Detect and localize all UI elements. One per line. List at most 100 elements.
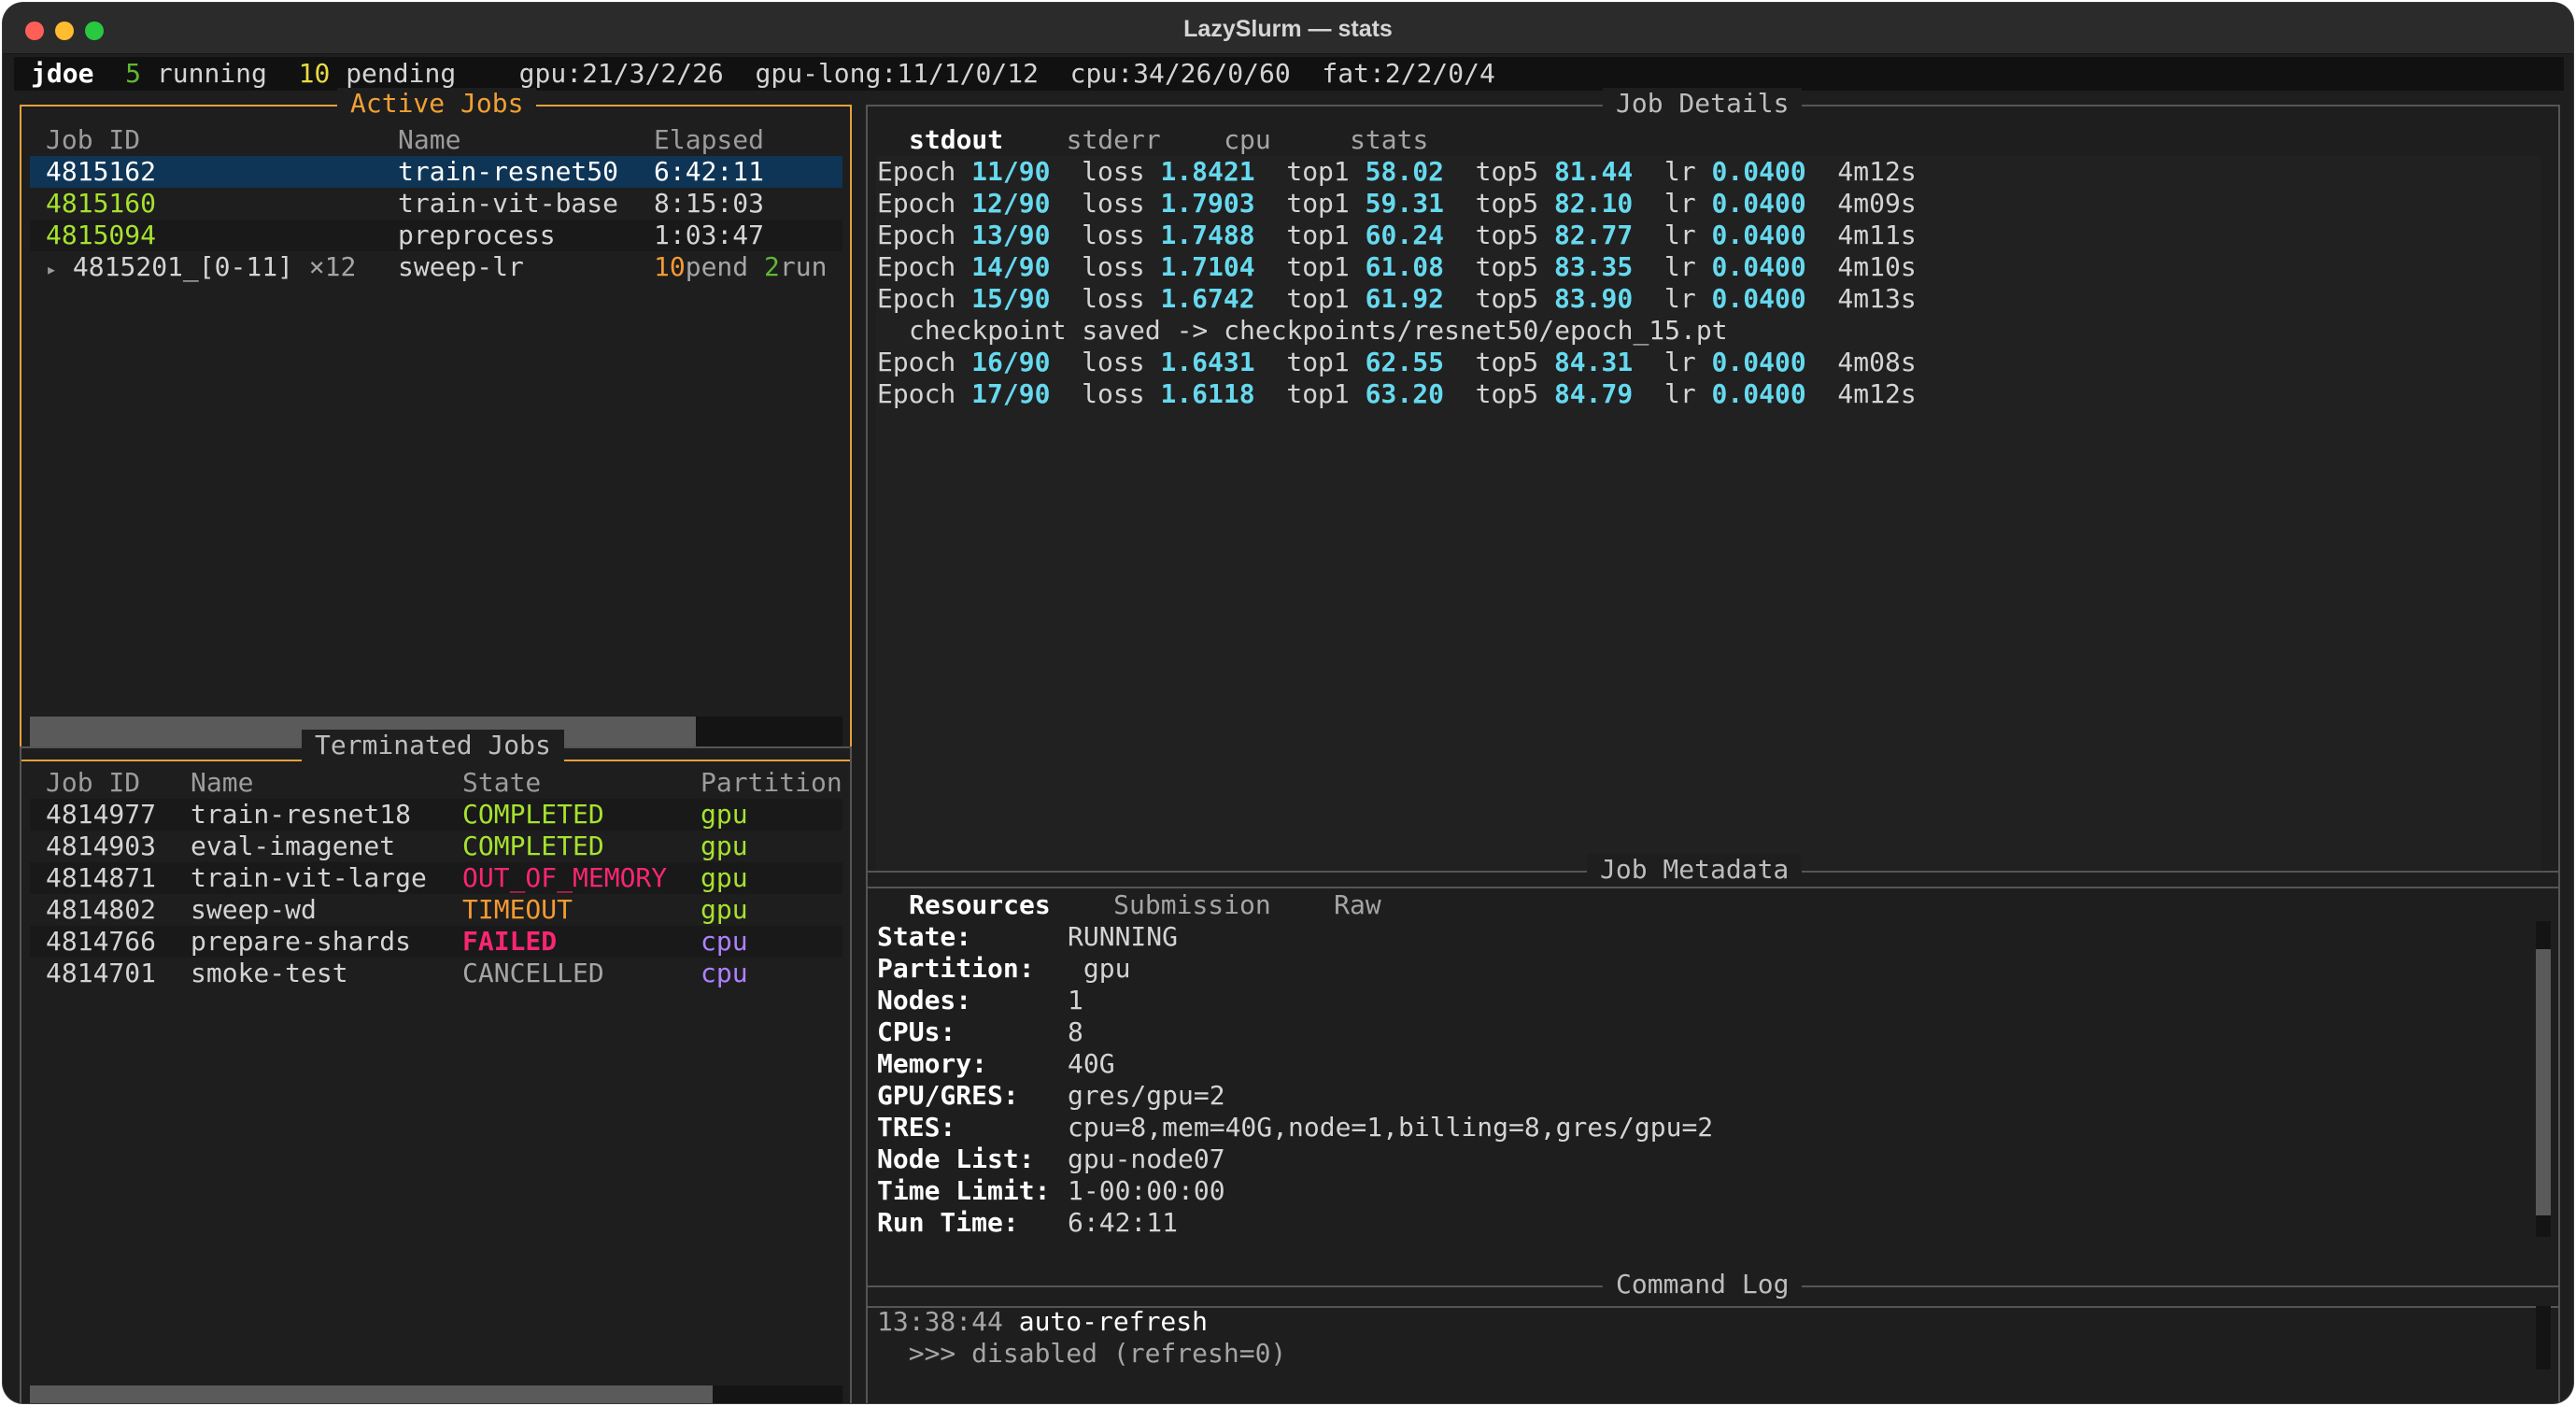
epoch-total: 90 — [1018, 378, 1051, 409]
top5-label: top5 — [1475, 378, 1539, 409]
lr-value: 0.0400 — [1711, 378, 1806, 409]
loss-label: loss — [1082, 188, 1145, 219]
loss-value: 1.6742 — [1160, 283, 1255, 314]
top1-value: 60.24 — [1365, 220, 1444, 250]
job-partition: gpu — [701, 799, 748, 830]
log-line: Epoch 14/90 loss 1.7104 top1 61.08 top5 … — [877, 251, 1917, 283]
epoch-sep: / — [1002, 378, 1019, 409]
top1-value: 61.92 — [1365, 283, 1444, 314]
job-state: TIMEOUT — [462, 894, 573, 925]
tab-resources[interactable]: Resources — [909, 889, 1051, 920]
metadata-key: Partition: — [877, 953, 1035, 984]
metadata-key: CPUs: — [877, 1016, 956, 1047]
lr-label: lr — [1663, 251, 1696, 282]
loss-label: loss — [1082, 156, 1145, 187]
app-window: LazySlurm — stats jdoe 5 running 10 pend… — [3, 3, 2573, 1403]
epoch-total: 90 — [1018, 251, 1051, 282]
lr-label: lr — [1663, 347, 1696, 377]
loss-label: loss — [1082, 220, 1145, 250]
tab-stats[interactable]: stats — [1350, 124, 1428, 155]
active-jobs-panel[interactable]: Active Jobs Job ID Name Elapsed 4815162 … — [20, 88, 852, 761]
top1-label: top1 — [1286, 378, 1350, 409]
log-timestamp: 13:38:44 — [877, 1306, 1003, 1337]
job-elapsed: 8:15:03 — [654, 188, 765, 219]
run-count: 2 — [764, 251, 780, 282]
epoch-time: 4m09s — [1837, 188, 1917, 219]
expand-arrow-icon[interactable]: ▸ — [46, 258, 57, 280]
top5-label: top5 — [1475, 283, 1539, 314]
tab-cpu[interactable]: cpu — [1224, 124, 1271, 155]
job-name: train-vit-base — [398, 188, 619, 219]
tab-stdout[interactable]: stdout — [909, 124, 1003, 155]
top5-label: top5 — [1475, 347, 1539, 377]
job-name: eval-imagenet — [191, 831, 396, 861]
job-id: 4815201_[0-11] — [72, 251, 293, 282]
log-text: auto-refresh — [1018, 1306, 1209, 1337]
job-id: 4815094 — [46, 220, 157, 250]
log-line: Epoch 13/90 loss 1.7488 top1 60.24 top5 … — [877, 220, 1917, 251]
tab-submission[interactable]: Submission — [1113, 889, 1271, 920]
terminated-jobs-hscroll-thumb[interactable] — [30, 1385, 713, 1403]
epoch-num: 16 — [971, 347, 1003, 377]
job-id: 4815162 — [46, 156, 157, 187]
epoch-label: Epoch — [877, 251, 956, 282]
epoch-num: 12 — [971, 188, 1003, 219]
top5-label: top5 — [1475, 188, 1539, 219]
metadata-vscroll[interactable] — [2536, 921, 2551, 1237]
lr-value: 0.0400 — [1711, 251, 1806, 282]
job-partition: cpu — [701, 926, 748, 957]
epoch-sep: / — [1002, 283, 1019, 314]
job-id: 4814701 — [46, 958, 157, 988]
metadata-value: gres/gpu=2 — [1068, 1080, 1225, 1111]
epoch-label: Epoch — [877, 347, 956, 377]
terminated-jobs-hscroll[interactable] — [30, 1385, 842, 1403]
terminated-header-state: State — [462, 767, 542, 798]
terminated-header-id: Job ID — [46, 767, 141, 798]
title-bar[interactable]: LazySlurm — stats — [3, 3, 2573, 54]
job-elapsed: 6:42:11 — [654, 156, 765, 187]
epoch-total: 90 — [1018, 283, 1051, 314]
epoch-sep: / — [1002, 188, 1019, 219]
terminated-jobs-panel[interactable]: Terminated Jobs Job ID Name State Partit… — [20, 730, 852, 1403]
top1-value: 58.02 — [1365, 156, 1444, 187]
top5-value: 82.77 — [1553, 220, 1634, 250]
status-line: jdoe 5 running 10 pending gpu:21/3/2/26 … — [31, 58, 1495, 90]
metadata-value: 1 — [1068, 985, 1083, 1015]
epoch-sep: / — [1002, 251, 1019, 282]
command-log-vscroll[interactable] — [2536, 1306, 2551, 1370]
active-jobs-header-id: Job ID — [46, 124, 141, 155]
job-details-tabs: stdout stderr cpu stats — [909, 124, 1428, 156]
log-entry: >>> disabled (refresh=0) — [877, 1338, 1287, 1369]
job-partition: gpu — [701, 894, 748, 925]
loss-label: loss — [1082, 251, 1145, 282]
top5-value: 84.31 — [1553, 347, 1634, 377]
loss-value: 1.7903 — [1160, 188, 1255, 219]
top1-label: top1 — [1286, 188, 1350, 219]
lr-label: lr — [1663, 188, 1696, 219]
job-metadata-panel[interactable]: Job Metadata Resources Submission Raw St… — [866, 854, 2560, 1308]
pend-label: pend — [685, 251, 749, 282]
terminated-header-partition: Partition — [701, 767, 842, 798]
epoch-num: 17 — [971, 378, 1003, 409]
tab-stderr[interactable]: stderr — [1067, 124, 1161, 155]
tab-raw[interactable]: Raw — [1334, 889, 1381, 920]
lr-label: lr — [1663, 156, 1696, 187]
partition-cpu: cpu:34/26/0/60 — [1069, 58, 1291, 89]
job-metadata-title: Job Metadata — [1587, 854, 1803, 886]
metadata-key: Run Time: — [877, 1207, 1019, 1238]
epoch-label: Epoch — [877, 220, 956, 250]
epoch-total: 90 — [1018, 220, 1051, 250]
top1-label: top1 — [1286, 156, 1350, 187]
epoch-time: 4m10s — [1837, 251, 1917, 282]
epoch-num: 11 — [971, 156, 1003, 187]
epoch-label: Epoch — [877, 378, 956, 409]
command-log-panel[interactable]: Command Log 13:38:44 auto-refresh >>> di… — [866, 1269, 2560, 1403]
metadata-vscroll-thumb[interactable] — [2536, 949, 2551, 1215]
job-details-panel[interactable]: Job Details stdout stderr cpu stats Epoc… — [866, 88, 2560, 888]
job-partition: gpu — [701, 862, 748, 893]
partition-gpu-long: gpu-long:11/1/0/12 — [755, 58, 1039, 89]
running-count: 5 — [125, 58, 142, 89]
metadata-key: Nodes: — [877, 985, 972, 1015]
top5-label: top5 — [1475, 220, 1539, 250]
job-name: preprocess — [398, 220, 556, 250]
